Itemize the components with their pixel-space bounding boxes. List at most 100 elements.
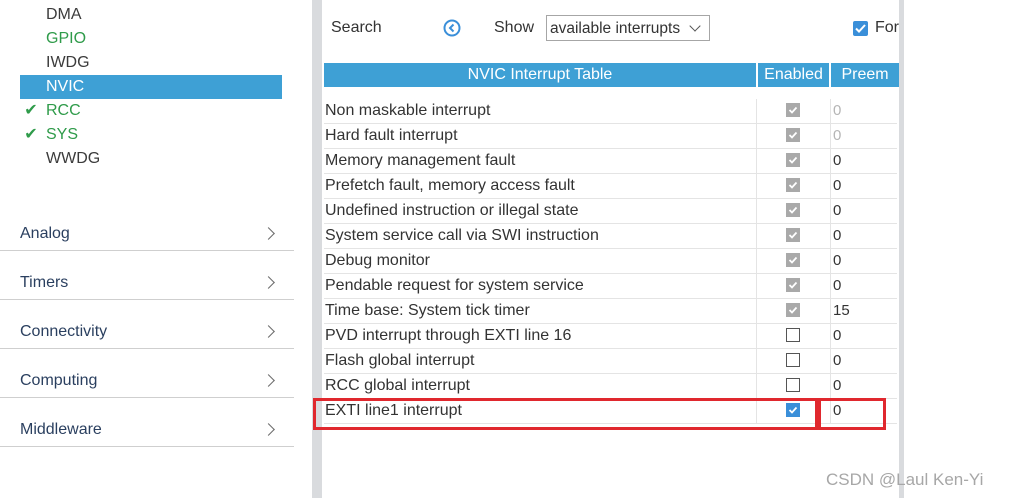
- sidebar-item-sys[interactable]: ✔ SYS: [20, 123, 282, 147]
- header-preemption-priority[interactable]: Preem: [831, 63, 899, 87]
- enabled-checkbox: [786, 103, 800, 117]
- table-row[interactable]: Flash global interrupt 0: [324, 349, 897, 374]
- force-checkbox[interactable]: [853, 21, 868, 36]
- preemption-priority-cell[interactable]: 0: [833, 227, 841, 244]
- column-divider: [756, 274, 757, 299]
- chevron-right-icon: [262, 227, 275, 240]
- chevron-right-icon: [262, 325, 275, 338]
- preemption-priority-cell[interactable]: 0: [833, 102, 841, 119]
- enabled-checkbox: [786, 228, 800, 242]
- preemption-priority-cell[interactable]: 0: [833, 202, 841, 219]
- table-row[interactable]: Prefetch fault, memory access fault 0: [324, 174, 897, 199]
- interrupt-name: PVD interrupt through EXTI line 16: [325, 327, 572, 344]
- sidebar-item-label: NVIC: [46, 78, 85, 95]
- preemption-priority-cell[interactable]: 0: [833, 152, 841, 169]
- interrupt-name: Hard fault interrupt: [325, 127, 458, 144]
- interrupt-name: Flash global interrupt: [325, 352, 475, 369]
- sidebar-item-nvic[interactable]: NVIC: [20, 75, 282, 99]
- interrupt-name: Pendable request for system service: [325, 277, 584, 294]
- interrupt-name: Prefetch fault, memory access fault: [325, 177, 575, 194]
- enabled-checkbox: [786, 178, 800, 192]
- enabled-checkbox[interactable]: [786, 378, 800, 392]
- preemption-priority-cell[interactable]: 0: [833, 352, 841, 369]
- sidebar-item-label: DMA: [46, 6, 82, 23]
- preemption-priority-cell[interactable]: 0: [833, 127, 841, 144]
- sidebar-item-iwdg[interactable]: IWDG: [20, 51, 282, 75]
- show-label: Show: [494, 19, 535, 36]
- preemption-priority-cell[interactable]: 0: [833, 177, 841, 194]
- header-interrupt-table[interactable]: NVIC Interrupt Table: [324, 63, 756, 87]
- table-row[interactable]: PVD interrupt through EXTI line 16 0: [324, 324, 897, 349]
- preemption-priority-cell[interactable]: 0: [833, 327, 841, 344]
- sidebar-item-label: SYS: [46, 126, 79, 143]
- enabled-checkbox: [786, 253, 800, 267]
- preemption-priority-cell[interactable]: 0: [833, 277, 841, 294]
- sidebar-item-label: RCC: [46, 102, 81, 119]
- table-row[interactable]: Time base: System tick timer 15: [324, 299, 897, 324]
- chevron-right-icon: [262, 423, 275, 436]
- table-row[interactable]: Debug monitor 0: [324, 249, 897, 274]
- search-label: Search: [331, 19, 382, 36]
- preemption-priority-cell[interactable]: 15: [833, 302, 850, 319]
- table-row[interactable]: Pendable request for system service 0: [324, 274, 897, 299]
- sidebar-item-gpio[interactable]: GPIO: [20, 27, 282, 51]
- show-filter-select[interactable]: available interrupts: [546, 15, 710, 41]
- column-divider: [756, 249, 757, 274]
- header-enabled[interactable]: Enabled: [758, 63, 829, 87]
- enabled-checkbox: [786, 128, 800, 142]
- enabled-checkbox[interactable]: [786, 328, 800, 342]
- preemption-priority-cell[interactable]: 0: [833, 377, 841, 394]
- interrupt-name: Memory management fault: [325, 152, 516, 169]
- enabled-checkbox: [786, 278, 800, 292]
- table-row[interactable]: Undefined instruction or illegal state 0: [324, 199, 897, 224]
- column-divider: [756, 99, 757, 124]
- enabled-checkbox[interactable]: [786, 353, 800, 367]
- category-analog[interactable]: Analog: [0, 217, 294, 251]
- column-divider: [756, 174, 757, 199]
- table-row[interactable]: RCC global interrupt 0: [324, 374, 897, 399]
- category-timers[interactable]: Timers: [0, 266, 294, 300]
- column-divider: [756, 224, 757, 249]
- column-divider: [830, 174, 831, 199]
- table-row[interactable]: Hard fault interrupt 0: [324, 124, 897, 149]
- enabled-checkbox: [786, 303, 800, 317]
- column-divider: [830, 374, 831, 399]
- column-divider: [830, 324, 831, 349]
- column-divider: [830, 149, 831, 174]
- chevron-right-icon: [262, 374, 275, 387]
- highlight-box-priority: [818, 398, 886, 430]
- enabled-checkbox: [786, 153, 800, 167]
- column-divider: [756, 349, 757, 374]
- category-label: Timers: [20, 274, 69, 291]
- column-divider: [830, 299, 831, 324]
- search-back-icon[interactable]: [443, 19, 461, 37]
- table-row[interactable]: Memory management fault 0: [324, 149, 897, 174]
- category-label: Computing: [20, 372, 98, 389]
- column-divider: [830, 224, 831, 249]
- column-divider: [830, 124, 831, 149]
- interrupt-name: Debug monitor: [325, 252, 430, 269]
- column-divider: [830, 99, 831, 124]
- category-connectivity[interactable]: Connectivity: [0, 315, 294, 349]
- check-icon: ✔: [24, 126, 38, 143]
- table-row[interactable]: System service call via SWI instruction 0: [324, 224, 897, 249]
- sidebar-item-rcc[interactable]: ✔ RCC: [20, 99, 282, 123]
- sidebar-item-dma[interactable]: DMA: [20, 3, 282, 27]
- preemption-priority-cell[interactable]: 0: [833, 252, 841, 269]
- category-computing[interactable]: Computing: [0, 364, 294, 398]
- panel-edge: [899, 0, 904, 498]
- interrupt-name: RCC global interrupt: [325, 377, 470, 394]
- category-middleware[interactable]: Middleware: [0, 413, 294, 447]
- chevron-down-icon: [689, 20, 701, 32]
- table-row[interactable]: Non maskable interrupt 0: [324, 99, 897, 124]
- show-filter-value: available interrupts: [550, 20, 681, 37]
- column-divider: [756, 299, 757, 324]
- sidebar-item-label: GPIO: [46, 30, 87, 47]
- sidebar-item-wwdg[interactable]: WWDG: [20, 147, 282, 171]
- interrupt-name: System service call via SWI instruction: [325, 227, 599, 244]
- category-label: Analog: [20, 225, 70, 242]
- column-divider: [830, 274, 831, 299]
- watermark: CSDN @Laul Ken-Yi: [826, 470, 984, 489]
- sidebar-item-label: WWDG: [46, 150, 101, 167]
- interrupt-name: Undefined instruction or illegal state: [325, 202, 579, 219]
